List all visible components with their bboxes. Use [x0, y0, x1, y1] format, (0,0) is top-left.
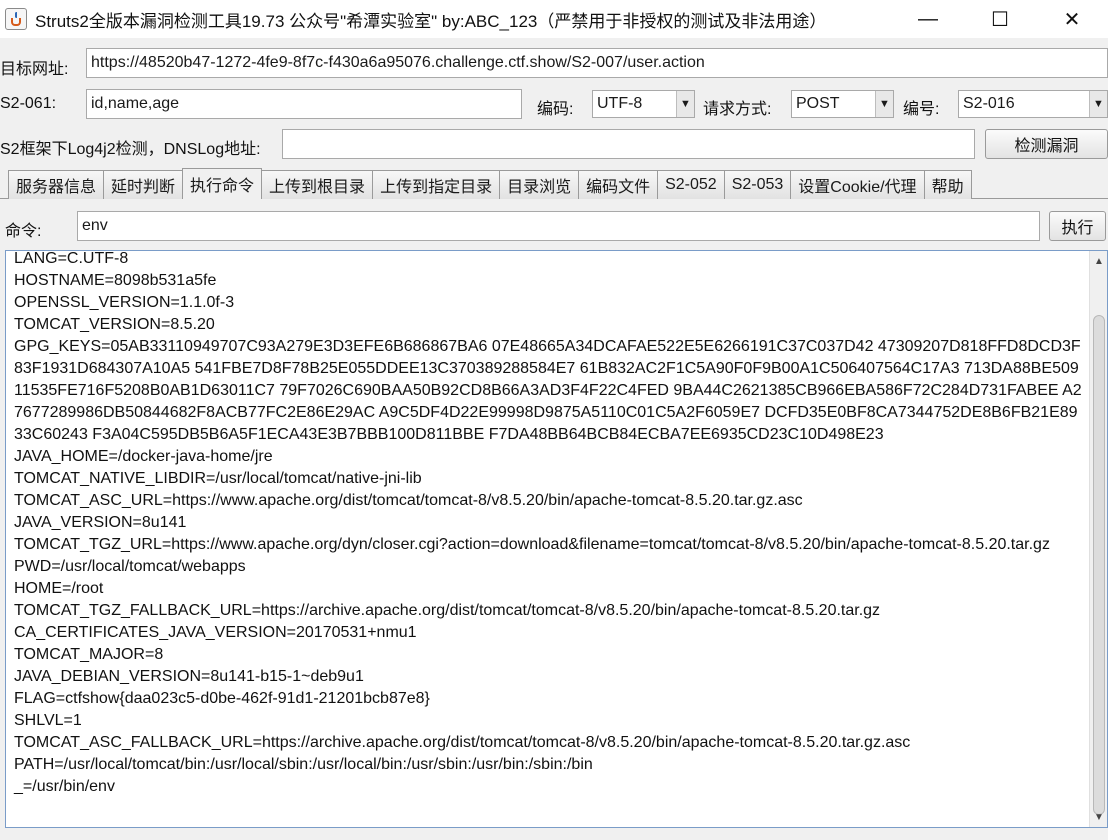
tab-server-info[interactable]: 服务器信息	[8, 170, 105, 199]
minimize-icon: —	[918, 7, 938, 30]
method-label: 请求方式:	[703, 101, 772, 118]
method-value: POST	[796, 95, 840, 112]
execute-button[interactable]: 执行	[1049, 211, 1106, 241]
encoding-select[interactable]: UTF-8 ▼	[592, 90, 695, 118]
number-value: S2-016	[963, 95, 1015, 112]
output-text: LANG=C.UTF-8 HOSTNAME=8098b531a5fe OPENS…	[14, 250, 1082, 795]
command-label: 命令:	[5, 223, 42, 240]
target-url-input[interactable]: https://48520b47-1272-4fe9-8f7c-f430a6a9…	[86, 48, 1108, 78]
scroll-up-arrow-icon[interactable]: ▲	[1090, 253, 1107, 269]
tab-execute-command[interactable]: 执行命令	[182, 168, 263, 199]
tab-s2-052[interactable]: S2-052	[657, 170, 725, 199]
method-select[interactable]: POST ▼	[791, 90, 894, 118]
maximize-button[interactable]: ☐	[964, 0, 1036, 38]
command-input[interactable]: env	[77, 211, 1040, 241]
chevron-down-icon[interactable]: ▼	[875, 91, 893, 117]
vertical-scrollbar[interactable]: ▲ ▼	[1089, 251, 1107, 827]
minimize-button[interactable]: —	[892, 0, 964, 38]
title-bar: Struts2全版本漏洞检测工具19.73 公众号"希潭实验室" by:ABC_…	[0, 0, 1108, 38]
maximize-icon: ☐	[991, 8, 1009, 31]
tab-encode-file[interactable]: 编码文件	[578, 170, 659, 199]
tab-strip: 服务器信息 延时判断 执行命令 上传到根目录 上传到指定目录 目录浏览 编码文件…	[8, 168, 972, 199]
encoding-value: UTF-8	[597, 95, 643, 112]
window-title: Struts2全版本漏洞检测工具19.73 公众号"希潭实验室" by:ABC_…	[35, 11, 827, 31]
dnslog-input[interactable]	[282, 129, 975, 159]
command-output[interactable]: LANG=C.UTF-8 HOSTNAME=8098b531a5fe OPENS…	[5, 250, 1108, 828]
encoding-label: 编码:	[537, 101, 574, 118]
scroll-down-arrow-icon[interactable]: ▼	[1090, 809, 1107, 825]
chevron-down-icon[interactable]: ▼	[1089, 91, 1107, 117]
detect-vuln-button[interactable]: 检测漏洞	[985, 129, 1108, 159]
s2061-label: S2-061:	[0, 95, 57, 112]
tab-help[interactable]: 帮助	[923, 170, 972, 199]
log4j-label: S2框架下Log4j2检测，DNSLog地址:	[0, 141, 261, 158]
tab-s2-053[interactable]: S2-053	[723, 170, 792, 199]
java-cup-icon[interactable]	[5, 8, 27, 30]
number-select[interactable]: S2-016 ▼	[958, 90, 1108, 118]
close-icon: ✕	[1063, 8, 1081, 31]
tab-dir-browse[interactable]: 目录浏览	[499, 170, 580, 199]
chevron-down-icon[interactable]: ▼	[676, 91, 694, 117]
tab-cookie-proxy[interactable]: 设置Cookie/代理	[790, 170, 925, 199]
tab-upload-dir[interactable]: 上传到指定目录	[372, 170, 501, 199]
target-url-label: 目标网址:	[0, 61, 69, 78]
scrollbar-thumb[interactable]	[1093, 315, 1105, 815]
number-label: 编号:	[903, 101, 940, 118]
close-button[interactable]: ✕	[1036, 0, 1108, 38]
tab-delay-check[interactable]: 延时判断	[103, 170, 184, 199]
s2061-input[interactable]: id,name,age	[86, 89, 522, 119]
tab-upload-root[interactable]: 上传到根目录	[261, 170, 374, 199]
